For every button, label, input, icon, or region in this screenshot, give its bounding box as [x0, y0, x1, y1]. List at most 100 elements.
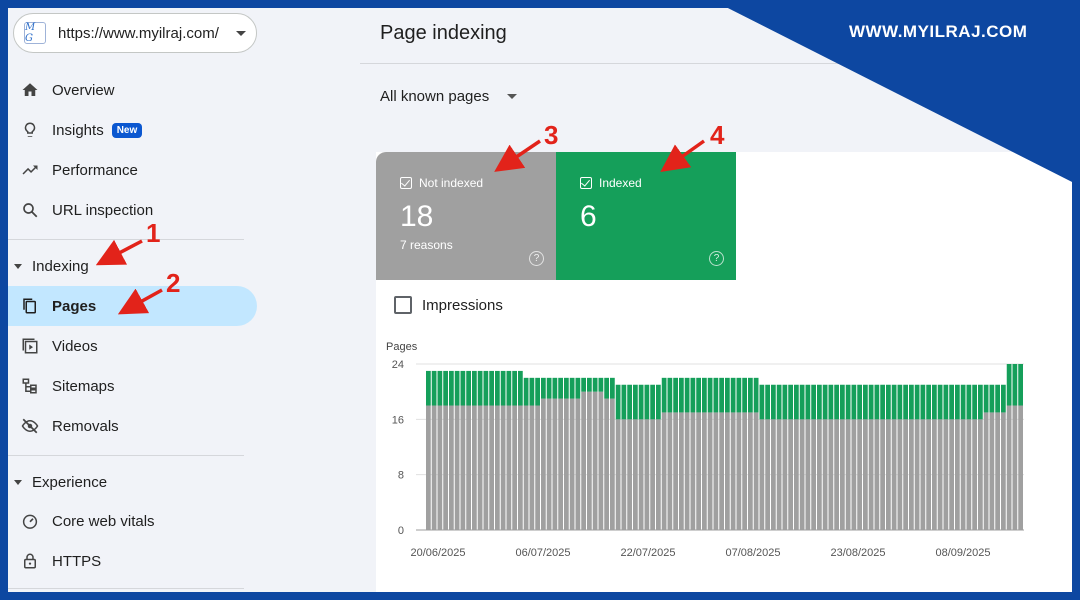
- bar-indexed: [943, 384, 949, 420]
- bar-indexed: [794, 384, 799, 420]
- bar-not-indexed: [477, 405, 483, 530]
- bar-not-indexed: [707, 412, 713, 530]
- bar-indexed: [736, 377, 742, 413]
- sidebar-item-pages[interactable]: Pages: [8, 286, 257, 326]
- bar-indexed: [771, 384, 776, 420]
- sidebar-item-https[interactable]: HTTPS: [8, 541, 257, 581]
- title-divider: [360, 63, 1072, 64]
- bar-not-indexed: [621, 419, 627, 530]
- impressions-toggle[interactable]: Impressions: [394, 296, 503, 314]
- bar-indexed: [454, 370, 460, 406]
- lock-icon: [20, 551, 40, 571]
- bar-not-indexed: [673, 412, 678, 530]
- sidebar-item-core-web-vitals[interactable]: Core web vitals: [8, 501, 257, 541]
- chevron-down-icon: [507, 94, 518, 99]
- property-selector[interactable]: M G https://www.myilraj.com/: [13, 13, 257, 53]
- sidebar-item-label: Insights: [52, 121, 104, 139]
- x-tick-label: 06/07/2025: [515, 547, 570, 559]
- bar-not-indexed: [914, 419, 920, 530]
- sidebar-item-removals[interactable]: Removals: [8, 406, 257, 446]
- checkbox-unchecked-icon[interactable]: [394, 296, 412, 314]
- checkbox-checked-icon[interactable]: [580, 177, 592, 189]
- bar-indexed: [610, 377, 615, 399]
- section-label: Indexing: [32, 257, 89, 275]
- not-indexed-count: 18: [400, 200, 434, 233]
- bar-not-indexed: [1006, 405, 1012, 530]
- bar-indexed: [874, 384, 880, 420]
- bar-indexed: [477, 370, 483, 406]
- section-indexing[interactable]: Indexing: [8, 251, 257, 281]
- bar-indexed: [955, 384, 960, 420]
- indexed-tile[interactable]: Indexed 6 ?: [556, 152, 736, 280]
- bar-not-indexed: [995, 412, 1000, 530]
- sidebar-item-label: Core web vitals: [52, 512, 155, 530]
- help-icon[interactable]: ?: [709, 251, 724, 266]
- bar-indexed: [788, 384, 793, 420]
- bar-indexed: [500, 370, 506, 406]
- bar-indexed: [834, 384, 839, 420]
- bar-not-indexed: [667, 412, 673, 530]
- sidebar-item-label: Pages: [52, 297, 97, 315]
- tile-label: Not indexed: [419, 176, 484, 190]
- sidebar-item-label: Removals: [52, 417, 119, 435]
- sidebar-item-label: Overview: [52, 81, 115, 99]
- bar-not-indexed: [874, 419, 880, 530]
- bar-not-indexed: [437, 405, 443, 530]
- sidebar-item-videos[interactable]: Videos: [8, 326, 257, 366]
- bar-indexed: [914, 384, 920, 420]
- bar-not-indexed: [426, 405, 431, 530]
- help-icon[interactable]: ?: [529, 251, 544, 266]
- bar-indexed: [673, 377, 678, 413]
- bar-indexed: [765, 384, 770, 420]
- bar-not-indexed: [868, 419, 874, 530]
- bar-not-indexed: [845, 419, 851, 530]
- bar-indexed: [719, 377, 724, 413]
- bar-not-indexed: [983, 412, 989, 530]
- bar-not-indexed: [661, 412, 667, 530]
- bar-not-indexed: [828, 419, 834, 530]
- bar-indexed: [868, 384, 874, 420]
- main-panel: Page indexing All known pages Not indexe…: [270, 8, 1072, 592]
- sidebar-item-sitemaps[interactable]: Sitemaps: [8, 366, 257, 406]
- sidebar-item-performance[interactable]: Performance: [8, 150, 257, 190]
- not-indexed-reasons: 7 reasons: [400, 238, 453, 252]
- bar-not-indexed: [460, 405, 466, 530]
- sidebar-item-url-inspection[interactable]: URL inspection: [8, 190, 257, 230]
- bar-not-indexed: [782, 419, 788, 530]
- bar-not-indexed: [730, 412, 736, 530]
- bar-indexed: [426, 370, 431, 406]
- impressions-label: Impressions: [422, 296, 503, 314]
- not-indexed-tile[interactable]: Not indexed 18 7 reasons ?: [376, 152, 556, 280]
- bar-indexed: [891, 384, 897, 420]
- tile-label: Indexed: [599, 176, 642, 190]
- bar-indexed: [1012, 364, 1018, 406]
- bar-indexed: [598, 377, 604, 392]
- bar-indexed: [707, 377, 713, 413]
- sidebar: M G https://www.myilraj.com/ Overview In…: [8, 8, 270, 592]
- bar-not-indexed: [903, 419, 908, 530]
- chevron-down-icon: [236, 30, 246, 36]
- checkbox-checked-icon[interactable]: [400, 177, 412, 189]
- bar-not-indexed: [713, 412, 719, 530]
- bar-indexed: [713, 377, 719, 413]
- bar-not-indexed: [753, 412, 759, 530]
- bar-not-indexed: [765, 419, 770, 530]
- bar-indexed: [782, 384, 788, 420]
- sidebar-item-insights[interactable]: Insights New: [8, 110, 257, 150]
- bar-not-indexed: [696, 412, 701, 530]
- bar-indexed: [650, 384, 655, 420]
- search-icon: [20, 200, 40, 220]
- bar-not-indexed: [759, 419, 765, 530]
- bar-indexed: [656, 384, 661, 420]
- bar-not-indexed: [523, 405, 529, 530]
- sidebar-item-overview[interactable]: Overview: [8, 70, 257, 110]
- bar-not-indexed: [581, 391, 586, 530]
- trending-up-icon: [20, 160, 40, 180]
- bar-indexed: [748, 377, 753, 413]
- section-experience[interactable]: Experience: [8, 467, 257, 497]
- pages-filter-dropdown[interactable]: All known pages: [380, 88, 518, 105]
- bar-indexed: [552, 377, 558, 399]
- bar-indexed: [811, 384, 816, 420]
- bar-not-indexed: [598, 391, 604, 530]
- bar-indexed: [569, 377, 575, 399]
